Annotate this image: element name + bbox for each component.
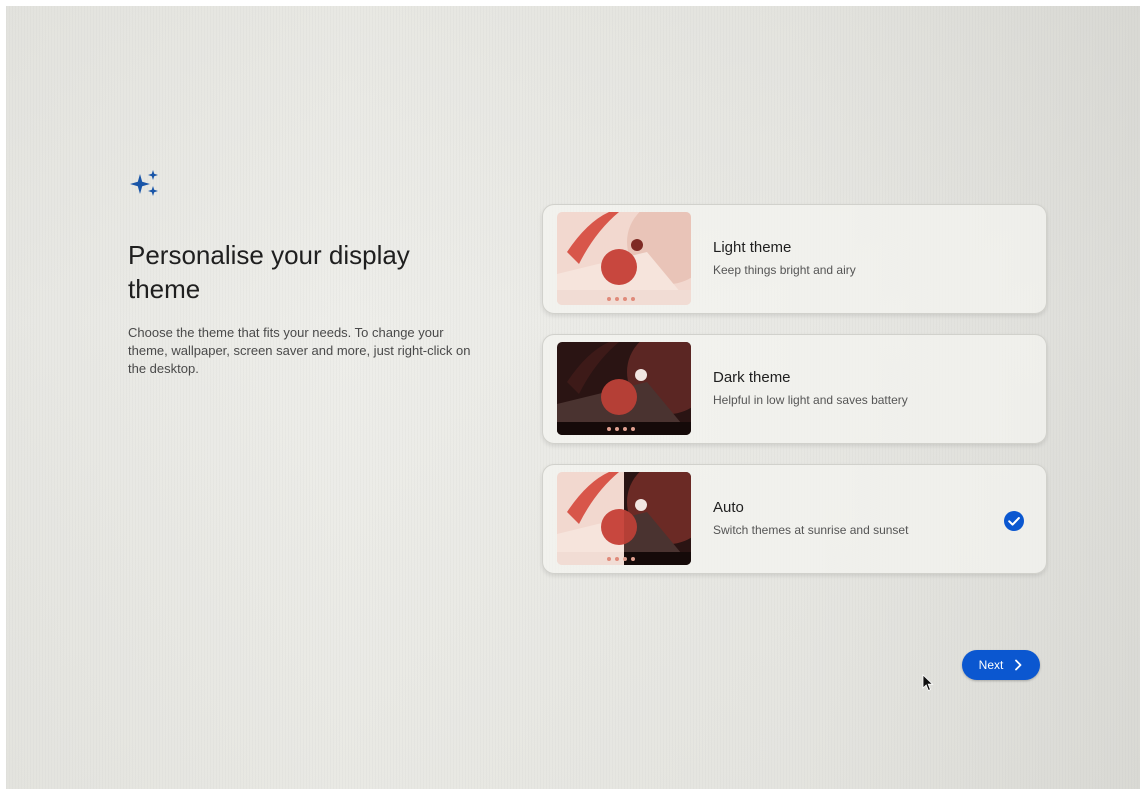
next-button[interactable]: Next: [962, 650, 1040, 680]
setup-screen: Personalise your display theme Choose th…: [6, 6, 1140, 789]
page-title: Personalise your display theme: [128, 240, 410, 304]
page-description: Choose the theme that fits your needs. T…: [128, 325, 471, 376]
theme-option-subtitle: Switch themes at sunrise and sunset: [713, 523, 909, 537]
theme-option-title: Light theme: [713, 239, 792, 256]
theme-option-light[interactable]: Light theme Keep things bright and airy: [542, 204, 1047, 314]
theme-option-subtitle: Helpful in low light and saves battery: [713, 393, 908, 407]
mouse-pointer-icon: [922, 674, 934, 692]
checkmark-circle-icon: [1004, 511, 1024, 531]
sparkle-icon: [130, 170, 158, 196]
theme-option-subtitle: Keep things bright and airy: [713, 263, 856, 277]
light-wallpaper-preview: [557, 212, 691, 305]
next-button-label: Next: [978, 658, 1004, 672]
theme-option-title: Dark theme: [713, 369, 791, 386]
theme-option-title: Auto: [713, 499, 744, 516]
chevron-right-icon: [1015, 659, 1022, 671]
dark-wallpaper-preview: [557, 342, 691, 435]
theme-option-dark[interactable]: Dark theme Helpful in low light and save…: [542, 334, 1047, 444]
auto-wallpaper-preview: [557, 472, 691, 565]
theme-option-auto[interactable]: Auto Switch themes at sunrise and sunset: [542, 464, 1047, 574]
